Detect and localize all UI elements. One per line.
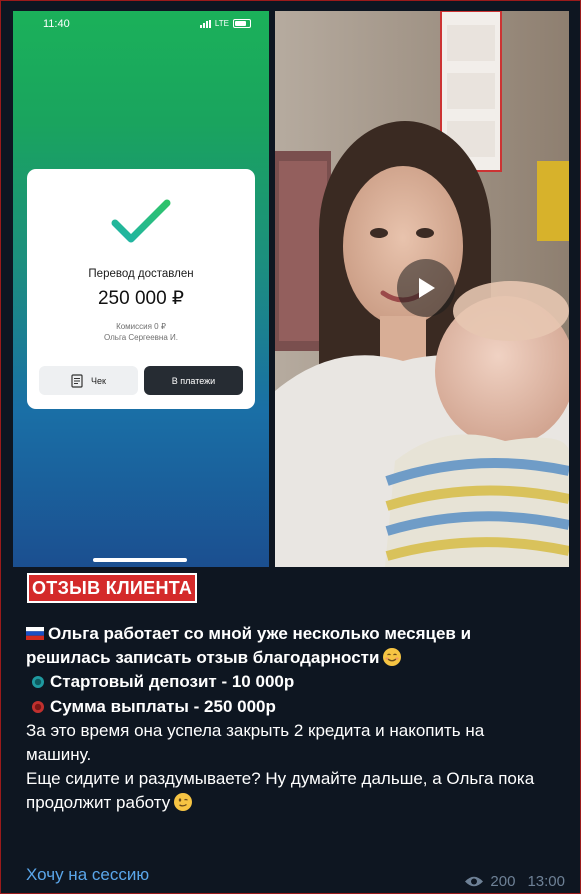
session-link[interactable]: Хочу на сессию [26,865,149,885]
receipt-icon [71,373,83,388]
smiling-face-icon [383,648,402,667]
eye-icon [465,876,484,887]
transfer-card: Перевод доставлен 250 000 ₽ Комиссия 0 ₽… [27,169,255,409]
checkmark-icon [111,199,171,243]
play-icon [419,278,435,298]
play-button[interactable] [397,259,455,317]
media-album[interactable]: 11:40 LTE Перевод доставлен 250 000 ₽ Ко… [13,11,569,567]
phone-screenshot[interactable]: 11:40 LTE Перевод доставлен 250 000 ₽ Ко… [13,11,269,567]
message-meta: 200 13:00 [464,873,565,890]
battery-icon [233,19,251,28]
status-bar: 11:40 LTE [13,17,269,35]
caption-line: Еще сидите и раздумываете? Ну думайте да… [26,769,535,789]
teal-circle-icon [32,676,44,689]
payout-text: Сумма выплаты - 250 000р [50,696,276,716]
status-time: 11:40 [43,18,70,30]
video-thumbnail[interactable] [275,11,569,567]
status-icons: LTE [199,19,251,28]
caption-line: Ольга работает со мной уже несколько мес… [26,622,566,646]
recipient-text: Ольга Сергеевна И. [103,333,178,342]
caption-line: решилась записать отзыв благодарности [26,646,566,670]
winking-face-icon [174,793,193,812]
closing-text: продолжит работу [26,793,171,813]
message-time: 13:00 [527,873,565,890]
transfer-details: Комиссия 0 ₽ Ольга Сергеевна И. [27,321,255,343]
views-count: 200 [490,873,516,890]
commission-text: Комиссия 0 ₽ [116,322,166,331]
deposit-text: Стартовый депозит - 10 000р [50,672,295,692]
transfer-title: Перевод доставлен [88,268,194,280]
deposit-line: Стартовый депозит - 10 000р [26,670,566,694]
network-label: LTE [214,19,229,28]
home-indicator [93,558,187,562]
intro-line-2: решилась записать отзыв благодарности [26,648,380,668]
red-circle-icon [32,700,44,713]
signal-icon [199,19,211,28]
russia-flag-icon [26,627,44,640]
caption-line: машину. [26,745,92,765]
payments-label: В платежи [171,375,216,386]
message-bubble: 11:40 LTE Перевод доставлен 250 000 ₽ Ко… [0,0,581,894]
receipt-button[interactable]: Чек [39,366,138,395]
payments-button[interactable]: В платежи [144,366,243,395]
intro-line-1: Ольга работает со мной уже несколько мес… [48,624,472,643]
caption-line: продолжит работу [26,791,566,815]
transfer-amount: 250 000 ₽ [97,288,185,309]
payout-line: Сумма выплаты - 250 000р [26,695,566,719]
caption-line: За это время она успела закрыть 2 кредит… [26,720,485,740]
receipt-label: Чек [91,375,106,386]
review-badge: ОТЗЫВ КЛИЕНТА [27,573,198,603]
post-text: Ольга работает со мной уже несколько мес… [26,622,566,816]
